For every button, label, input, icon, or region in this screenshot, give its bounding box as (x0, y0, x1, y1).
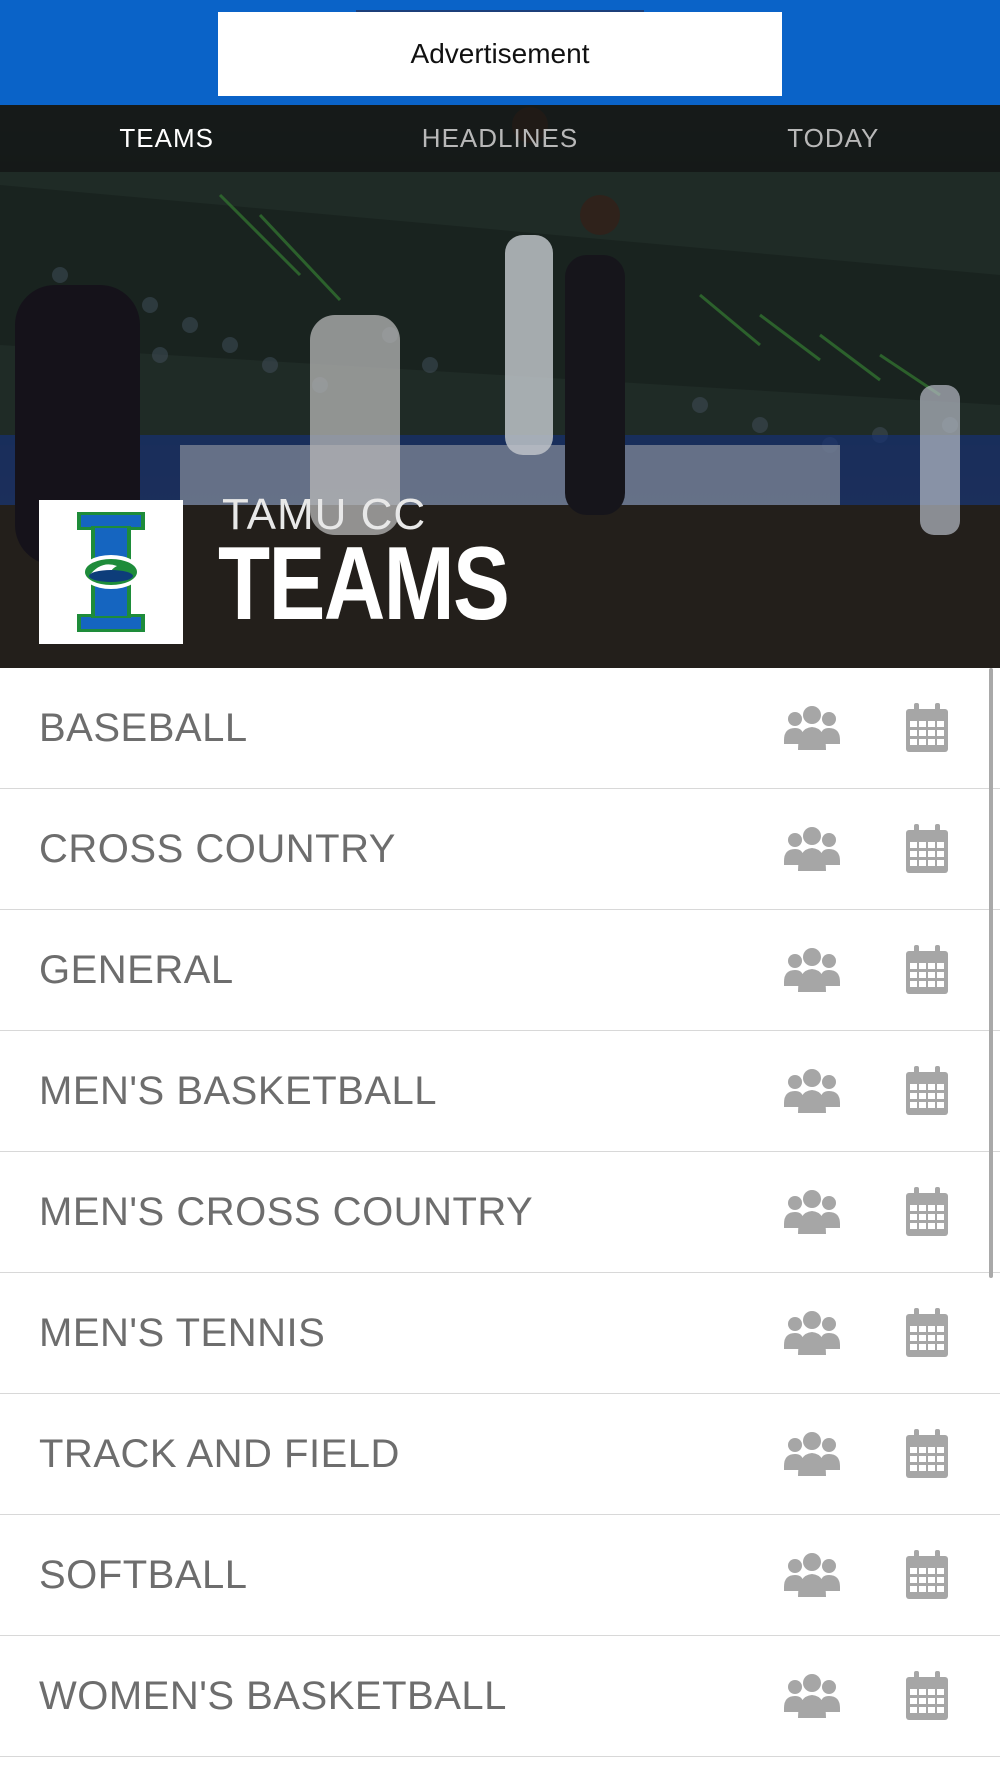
team-row[interactable]: MEN'S TENNIS (0, 1273, 1000, 1394)
tab-teams[interactable]: TEAMS (0, 105, 333, 172)
calendar-icon[interactable] (905, 1308, 949, 1358)
teams-list: BASEBALL CROSS COUNTRY GENERAL MEN'S BAS… (0, 668, 1000, 1757)
users-icon[interactable] (784, 1430, 840, 1478)
team-row[interactable]: TRACK AND FIELD (0, 1394, 1000, 1515)
team-row[interactable]: GENERAL (0, 910, 1000, 1031)
team-row[interactable]: WOMEN'S BASKETBALL (0, 1636, 1000, 1757)
team-row[interactable]: BASEBALL (0, 668, 1000, 789)
users-icon[interactable] (784, 1067, 840, 1115)
advertisement[interactable]: Advertisement (218, 12, 782, 96)
users-icon[interactable] (784, 946, 840, 994)
team-row[interactable]: MEN'S BASKETBALL (0, 1031, 1000, 1152)
team-row[interactable]: MEN'S CROSS COUNTRY (0, 1152, 1000, 1273)
team-row[interactable]: SOFTBALL (0, 1515, 1000, 1636)
users-icon[interactable] (784, 704, 840, 752)
calendar-icon[interactable] (905, 703, 949, 753)
calendar-icon[interactable] (905, 824, 949, 874)
team-label: WOMEN'S BASKETBALL (39, 1674, 507, 1718)
team-row[interactable]: CROSS COUNTRY (0, 789, 1000, 910)
calendar-icon[interactable] (905, 1429, 949, 1479)
users-icon[interactable] (784, 1188, 840, 1236)
team-label: SOFTBALL (39, 1553, 248, 1597)
team-label: GENERAL (39, 948, 234, 992)
school-logo (39, 500, 183, 644)
team-label: MEN'S BASKETBALL (39, 1069, 437, 1113)
team-label: MEN'S TENNIS (39, 1311, 326, 1355)
calendar-icon[interactable] (905, 1066, 949, 1116)
users-icon[interactable] (784, 1672, 840, 1720)
users-icon[interactable] (784, 1551, 840, 1599)
calendar-icon[interactable] (905, 1187, 949, 1237)
tab-today[interactable]: TODAY (667, 105, 1000, 172)
team-label: TRACK AND FIELD (39, 1432, 400, 1476)
hero-banner: TEAMS HEADLINES TODAY TAMU CC TEAMS (0, 105, 1000, 668)
users-icon[interactable] (784, 825, 840, 873)
tab-headlines[interactable]: HEADLINES (333, 105, 666, 172)
ad-banner: Advertisement (0, 0, 1000, 105)
page-title: TEAMS (218, 526, 510, 642)
islanders-logo-icon (77, 512, 145, 632)
calendar-icon[interactable] (905, 1550, 949, 1600)
calendar-icon[interactable] (905, 1671, 949, 1721)
team-label: MEN'S CROSS COUNTRY (39, 1190, 534, 1234)
scrollbar[interactable] (989, 668, 993, 1278)
users-icon[interactable] (784, 1309, 840, 1357)
team-label: CROSS COUNTRY (39, 827, 396, 871)
team-label: BASEBALL (39, 706, 248, 750)
top-nav: TEAMS HEADLINES TODAY (0, 105, 1000, 172)
calendar-icon[interactable] (905, 945, 949, 995)
